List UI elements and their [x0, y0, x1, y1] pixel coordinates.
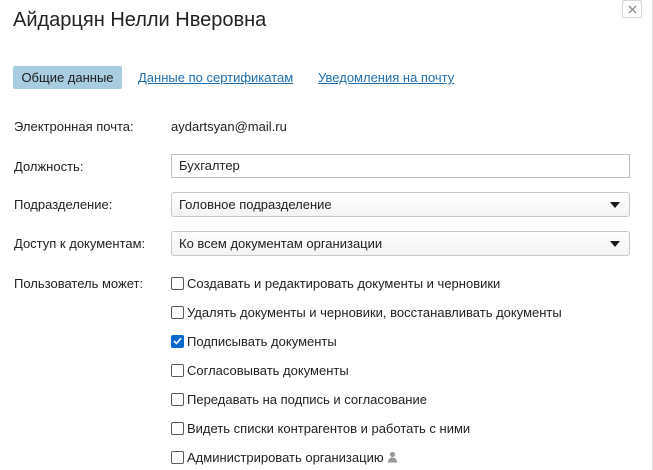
dialog-title: Айдарцян Нелли Нверовна [13, 9, 267, 31]
access-selected-value: Ко всем документам организации [179, 236, 383, 251]
permission-label: Создавать и редактировать документы и че… [187, 275, 501, 291]
checkbox-checked[interactable] [171, 334, 184, 348]
permission-item-sign[interactable]: Подписывать документы [171, 333, 337, 349]
permission-label: Администрировать организацию [187, 449, 384, 465]
position-label: Должность: [14, 159, 84, 174]
user-settings-dialog: Айдарцян Нелли Нверовна Общие данные Дан… [0, 0, 653, 470]
checkbox[interactable] [171, 363, 184, 377]
checkbox[interactable] [171, 276, 184, 290]
dropdown-arrow-icon [610, 241, 620, 247]
permission-label: Согласовывать документы [187, 362, 349, 378]
dropdown-arrow-icon [610, 202, 620, 208]
permissions-label: Пользователь может: [14, 276, 144, 291]
checkbox[interactable] [171, 305, 184, 319]
department-label: Подразделение: [14, 197, 113, 212]
close-button[interactable] [622, 0, 642, 18]
department-selected-value: Головное подразделение [179, 197, 332, 212]
permission-item-delete-restore[interactable]: Удалять документы и черновики, восстанав… [171, 304, 562, 320]
department-select[interactable]: Головное подразделение [171, 192, 630, 217]
access-select[interactable]: Ко всем документам организации [171, 231, 630, 256]
tab-email-notifications[interactable]: Уведомления на почту [318, 66, 454, 89]
checkbox[interactable] [171, 421, 184, 435]
email-label: Электронная почта: [14, 119, 134, 134]
position-input[interactable]: Бухгалтер [171, 154, 630, 178]
access-label: Доступ к документам: [14, 236, 146, 251]
permission-label: Передавать на подпись и согласование [187, 391, 427, 407]
email-value: aydartsyan@mail.ru [171, 119, 287, 134]
permission-label: Подписывать документы [187, 333, 337, 349]
permission-item-administer[interactable]: Администрировать организацию [171, 449, 398, 465]
checkbox[interactable] [171, 392, 184, 406]
permission-item-send-for-signing[interactable]: Передавать на подпись и согласование [171, 391, 427, 407]
tab-certificates[interactable]: Данные по сертификатам [138, 66, 293, 89]
checkbox[interactable] [171, 450, 184, 464]
permission-item-contractors[interactable]: Видеть списки контрагентов и работать с … [171, 420, 470, 436]
permission-label: Удалять документы и черновики, восстанав… [187, 304, 562, 320]
tab-general[interactable]: Общие данные [13, 66, 122, 89]
close-icon [628, 5, 636, 13]
permission-label: Видеть списки контрагентов и работать с … [187, 420, 471, 436]
checkmark-icon [173, 337, 182, 345]
permission-item-create-edit[interactable]: Создавать и редактировать документы и че… [171, 275, 500, 291]
user-admin-icon [387, 451, 398, 463]
permission-item-approve[interactable]: Согласовывать документы [171, 362, 349, 378]
